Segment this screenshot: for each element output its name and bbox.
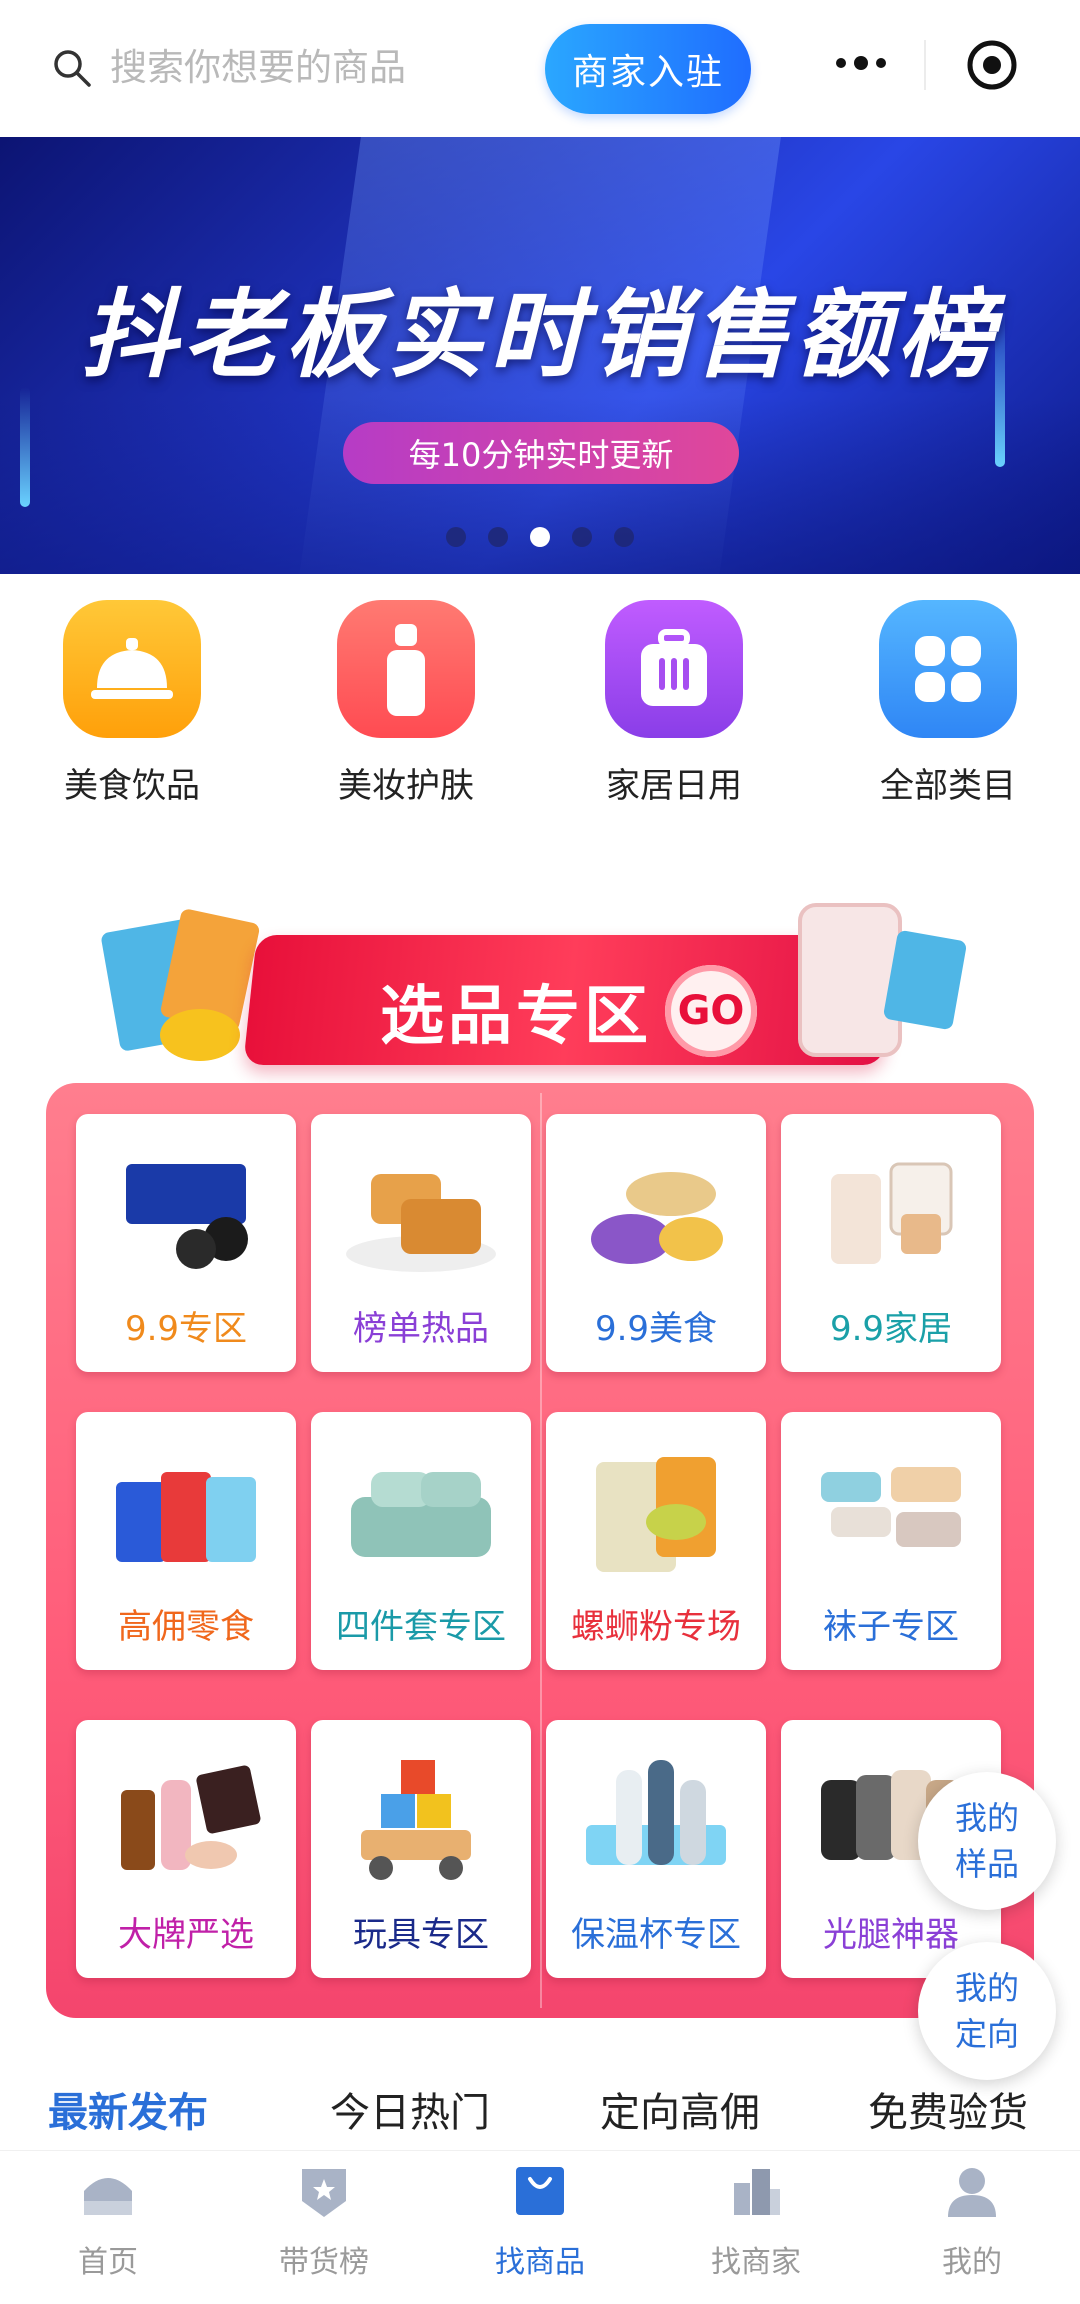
banner-pagination: [0, 527, 1080, 547]
float-label: 我的 样品: [954, 1799, 1019, 1883]
tile-label: 螺蛳粉专场: [571, 1607, 741, 1647]
tile-label: 保温杯专区: [571, 1915, 741, 1955]
category-row: 美食饮品 美妆护肤 家居日用 全部类目: [0, 600, 1080, 830]
tile-label: 榜单热品: [353, 1309, 489, 1349]
category-label: 家居日用: [606, 766, 742, 806]
zone-tile-socks[interactable]: 袜子专区: [781, 1412, 1001, 1670]
category-home[interactable]: 家居日用: [574, 600, 774, 807]
zone-title: 选品专区: [380, 980, 652, 1054]
nav-label: 带货榜: [279, 2245, 369, 2280]
socks-icon: [821, 1467, 961, 1547]
nav-find-merchants[interactable]: 找商家: [676, 2161, 836, 2281]
banner-subtitle: 每10分钟实时更新: [343, 422, 739, 484]
bottom-nav: 首页 带货榜 找商品 找商家 我的: [0, 2150, 1080, 2304]
zone-tile-ranking[interactable]: 榜单热品: [311, 1114, 531, 1372]
zone-tile-9-9-home[interactable]: 9.9家居: [781, 1114, 1001, 1372]
pagination-dot[interactable]: [614, 527, 634, 547]
tile-label: 玩具专区: [353, 1915, 489, 1955]
milk-powder-icon: [798, 903, 967, 1057]
category-label: 美妆护肤: [338, 766, 474, 806]
biscuit-icon: [126, 1164, 248, 1269]
nav-label: 我的: [942, 2245, 1002, 2280]
go-button[interactable]: GO: [665, 965, 757, 1057]
search-icon[interactable]: [52, 48, 92, 88]
noodle-icon: [596, 1457, 716, 1572]
tile-label: 9.9家居: [829, 1309, 953, 1349]
category-all[interactable]: 全部类目: [848, 600, 1048, 807]
zone-tile-9-9-food[interactable]: 9.9美食: [546, 1114, 766, 1372]
bread-icon: [346, 1174, 496, 1272]
nav-label: 首页: [78, 2245, 138, 2280]
tile-label: 9.9专区: [124, 1309, 248, 1349]
board-divider: [540, 1093, 542, 2008]
banner-streak: [20, 387, 30, 507]
home-icon: [84, 2178, 132, 2215]
pagination-dot[interactable]: [488, 527, 508, 547]
zone-tile-big-brands[interactable]: 大牌严选: [76, 1720, 296, 1978]
tab-hot-today[interactable]: 今日热门: [330, 2080, 490, 2138]
category-beauty[interactable]: 美妆护肤: [306, 600, 506, 807]
zone-tile-snacks[interactable]: 高佣零食: [76, 1412, 296, 1670]
suitcase-icon: [605, 600, 743, 738]
nav-home[interactable]: 首页: [28, 2161, 188, 2281]
zone-tile-snail-noodles[interactable]: 螺蛳粉专场: [546, 1412, 766, 1670]
badge-icon: [302, 2169, 346, 2217]
pagination-dot[interactable]: [446, 527, 466, 547]
socket-icon: [831, 1162, 953, 1264]
feed-tabs: 最新发布 今日热门 定向高佣 免费验货: [0, 2070, 1080, 2150]
nav-sales-ranking[interactable]: 带货榜: [244, 2161, 404, 2281]
zone-tile-toys[interactable]: 玩具专区: [311, 1720, 531, 1978]
tab-free-inspection[interactable]: 免费验货: [868, 2080, 1028, 2138]
category-food[interactable]: 美食饮品: [32, 600, 232, 807]
thermos-icon: [586, 1760, 726, 1865]
pagination-dot[interactable]: [572, 527, 592, 547]
my-targeted-button[interactable]: 我的 定向: [918, 1942, 1056, 2080]
cosmetics-icon: [121, 1765, 261, 1870]
category-label: 全部类目: [880, 766, 1016, 806]
promo-banner[interactable]: 抖老板实时销售额榜 每10分钟实时更新: [0, 137, 1080, 574]
service-bell-icon: [63, 600, 201, 738]
nav-label: 找商家: [711, 2245, 801, 2280]
bottle-icon: [337, 600, 475, 738]
grid-icon: [879, 600, 1017, 738]
nav-profile[interactable]: 我的: [892, 2161, 1052, 2281]
search-input[interactable]: 搜索你想要的商品: [110, 44, 406, 92]
tile-label: 袜子专区: [823, 1607, 959, 1647]
tile-label: 9.9美食: [594, 1309, 718, 1349]
zone-tile-thermos[interactable]: 保温杯专区: [546, 1720, 766, 1978]
banner-title: 抖老板实时销售额榜: [81, 279, 999, 391]
tile-label: 大牌严选: [118, 1915, 254, 1955]
merchant-join-button[interactable]: 商家入驻: [545, 24, 751, 114]
top-bar: 搜索你想要的商品 商家入驻: [0, 0, 1080, 137]
tile-label: 四件套专区: [336, 1607, 506, 1647]
pagination-dot-active[interactable]: [530, 527, 550, 547]
nav-find-products[interactable]: 找商品: [460, 2161, 620, 2281]
shopping-bag-icon: [516, 2167, 564, 2215]
user-icon: [948, 2168, 996, 2217]
close-miniprogram-icon[interactable]: [965, 38, 1019, 92]
more-icon[interactable]: [833, 52, 889, 74]
float-label: 我的 定向: [954, 1969, 1019, 2053]
zone-tile-bedding[interactable]: 四件套专区: [311, 1412, 531, 1670]
nav-label: 找商品: [495, 2245, 585, 2280]
tile-label: 高佣零食: [118, 1607, 254, 1647]
capsule-divider: [924, 40, 926, 90]
chips-icon: [116, 1472, 256, 1562]
zone-tile-9-9-zone[interactable]: 9.9专区: [76, 1114, 296, 1372]
tab-latest[interactable]: 最新发布: [48, 2080, 208, 2138]
bedding-icon: [351, 1472, 491, 1557]
toy-blocks-icon: [361, 1760, 471, 1880]
my-samples-button[interactable]: 我的 样品: [918, 1772, 1056, 1910]
snack-icon: [591, 1172, 723, 1264]
tab-targeted-commission[interactable]: 定向高佣: [600, 2080, 760, 2138]
buildings-icon: [734, 2169, 780, 2215]
select-zone-header[interactable]: 选品专区 GO: [60, 895, 1020, 1095]
category-label: 美食饮品: [64, 766, 200, 806]
